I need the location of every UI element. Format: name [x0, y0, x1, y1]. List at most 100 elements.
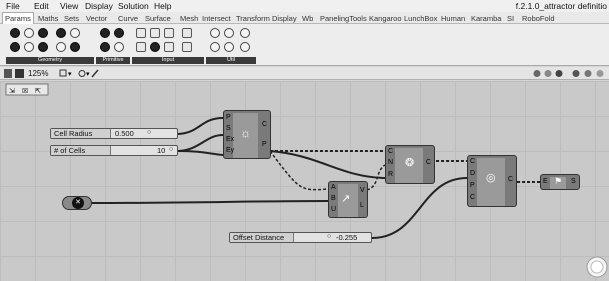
input-port-u[interactable]: U: [331, 206, 336, 213]
slider-value-num-cells[interactable]: 10: [157, 146, 165, 155]
tab-wb[interactable]: Wb: [302, 14, 313, 23]
cluster-icon[interactable]: [210, 28, 220, 38]
input-port-b[interactable]: B: [331, 195, 336, 202]
tab-mesh[interactable]: Mesh: [180, 14, 198, 23]
point-param[interactable]: ✕: [62, 196, 92, 210]
preview-shaded-icon[interactable]: [533, 70, 541, 77]
input-port-e[interactable]: E: [543, 178, 548, 185]
slider-num-cells[interactable]: # of Cells 10 ○: [50, 145, 178, 156]
tab-si[interactable]: SI: [507, 14, 514, 23]
menu-edit[interactable]: Edit: [34, 1, 49, 11]
zoom-dropdown-icon[interactable]: ▾: [68, 70, 72, 78]
extrude-component[interactable]: E S ⚑: [540, 174, 580, 190]
galapagos-icon[interactable]: [240, 28, 250, 38]
slider-offset-distance[interactable]: Offset Distance ○ -0.255: [229, 232, 372, 243]
colour-swatch-icon[interactable]: [164, 28, 174, 38]
display-options-icon[interactable]: [596, 70, 604, 77]
closest-point-component[interactable]: C N R C ❂: [385, 145, 435, 184]
input-port-c[interactable]: C: [388, 148, 393, 155]
mesh-param-icon[interactable]: [38, 42, 48, 52]
tab-sets[interactable]: Sets: [64, 14, 79, 23]
save-file-icon[interactable]: [15, 69, 24, 78]
surface-param-icon[interactable]: [10, 42, 20, 52]
slider-grip-icon[interactable]: ○: [169, 146, 173, 153]
tab-transform[interactable]: Transform: [236, 14, 270, 23]
output-port-s[interactable]: S: [571, 178, 576, 185]
tab-surface[interactable]: Surface: [145, 14, 171, 23]
brep-param-icon[interactable]: [24, 42, 34, 52]
menu-help[interactable]: Help: [154, 1, 171, 11]
tab-display[interactable]: Display: [272, 14, 297, 23]
display-filter-icon[interactable]: [584, 70, 592, 77]
control-knob-icon[interactable]: [150, 42, 160, 52]
input-port-ey[interactable]: Ey: [226, 147, 234, 154]
number-icon[interactable]: [100, 42, 110, 52]
output-port-c[interactable]: C: [508, 176, 513, 183]
menu-solution[interactable]: Solution: [118, 1, 149, 11]
zoom-out-icon[interactable]: ⇱: [35, 87, 41, 95]
input-port-c2[interactable]: C: [470, 194, 475, 201]
input-port-c[interactable]: C: [470, 158, 475, 165]
integer-icon[interactable]: [114, 28, 124, 38]
vector-two-point-component[interactable]: A B U V L ↗: [328, 181, 368, 218]
tab-robofold[interactable]: RoboFold: [522, 14, 555, 23]
menu-file[interactable]: File: [6, 1, 20, 11]
graph-canvas[interactable]: ⇲ ☒ ⇱ Cell Radius 0.500 ○ # of Cells 10 …: [0, 81, 609, 281]
tab-params[interactable]: Params: [2, 12, 34, 24]
slider-value-cell-radius[interactable]: 0.500: [115, 129, 134, 138]
input-port-r[interactable]: R: [388, 171, 393, 178]
output-port-c[interactable]: C: [262, 121, 267, 128]
value-list-icon[interactable]: [182, 42, 192, 52]
slider-value-offset-distance[interactable]: -0.255: [336, 233, 357, 242]
display-mode-icon[interactable]: [572, 70, 580, 77]
tab-human[interactable]: Human: [441, 14, 465, 23]
input-port-ex[interactable]: Ex: [226, 136, 234, 143]
menu-view[interactable]: View: [60, 1, 78, 11]
preview-selected-icon[interactable]: [555, 70, 563, 77]
jump-icon[interactable]: [210, 42, 220, 52]
hexagonal-grid-component[interactable]: P S Ex Ey C P ☼: [223, 110, 271, 159]
input-port-d[interactable]: D: [470, 170, 475, 177]
slider-grip-icon[interactable]: ○: [327, 233, 331, 240]
close-widget-icon[interactable]: ☒: [22, 87, 28, 95]
slider-cell-radius[interactable]: Cell Radius 0.500 ○: [50, 128, 178, 139]
text-icon[interactable]: [114, 42, 124, 52]
input-port-s[interactable]: S: [226, 125, 231, 132]
tab-karamba[interactable]: Karamba: [471, 14, 501, 23]
field-param-icon[interactable]: [56, 42, 66, 52]
slider-grip-icon[interactable]: ○: [147, 129, 151, 136]
button-icon[interactable]: [150, 28, 160, 38]
open-file-icon[interactable]: [4, 69, 12, 78]
input-port-a[interactable]: A: [331, 184, 336, 191]
flask-icon[interactable]: [240, 42, 250, 52]
offset-curve-component[interactable]: C D P C C ◎: [467, 155, 517, 207]
curve-param-icon[interactable]: [70, 28, 80, 38]
circle-param-icon[interactable]: [56, 28, 66, 38]
zoom-in-icon[interactable]: ⇲: [9, 87, 15, 95]
sketch-pen-icon[interactable]: [91, 69, 99, 78]
relay-arrow-icon[interactable]: [224, 42, 234, 52]
tab-maths[interactable]: Maths: [38, 14, 58, 23]
tab-vector[interactable]: Vector: [86, 14, 107, 23]
arrow-right-icon[interactable]: [224, 28, 234, 38]
menu-display[interactable]: Display: [85, 1, 113, 11]
input-port-p[interactable]: P: [470, 182, 475, 189]
boolean-icon[interactable]: [100, 28, 110, 38]
zoom-extents-icon[interactable]: [59, 69, 67, 77]
tab-lunchbox[interactable]: LunchBox: [404, 14, 437, 23]
preview-wire-icon[interactable]: [544, 70, 552, 77]
preview-dropdown-icon[interactable]: ▾: [86, 70, 90, 78]
input-port-p[interactable]: P: [226, 114, 231, 121]
tab-panelingtools[interactable]: PanelingTools: [320, 14, 367, 23]
boolean-toggle-icon[interactable]: [136, 28, 146, 38]
gradient-icon[interactable]: [182, 28, 192, 38]
param-icon[interactable]: [10, 28, 20, 38]
point-icon[interactable]: [24, 28, 34, 38]
slider-icon[interactable]: [136, 42, 146, 52]
geometry-param-icon[interactable]: [70, 42, 80, 52]
zoom-level[interactable]: 125%: [28, 69, 48, 78]
output-port-p[interactable]: P: [262, 141, 267, 148]
preview-eye-icon[interactable]: [78, 70, 86, 77]
tab-kangaroo[interactable]: Kangaroo: [369, 14, 402, 23]
tab-intersect[interactable]: Intersect: [202, 14, 231, 23]
